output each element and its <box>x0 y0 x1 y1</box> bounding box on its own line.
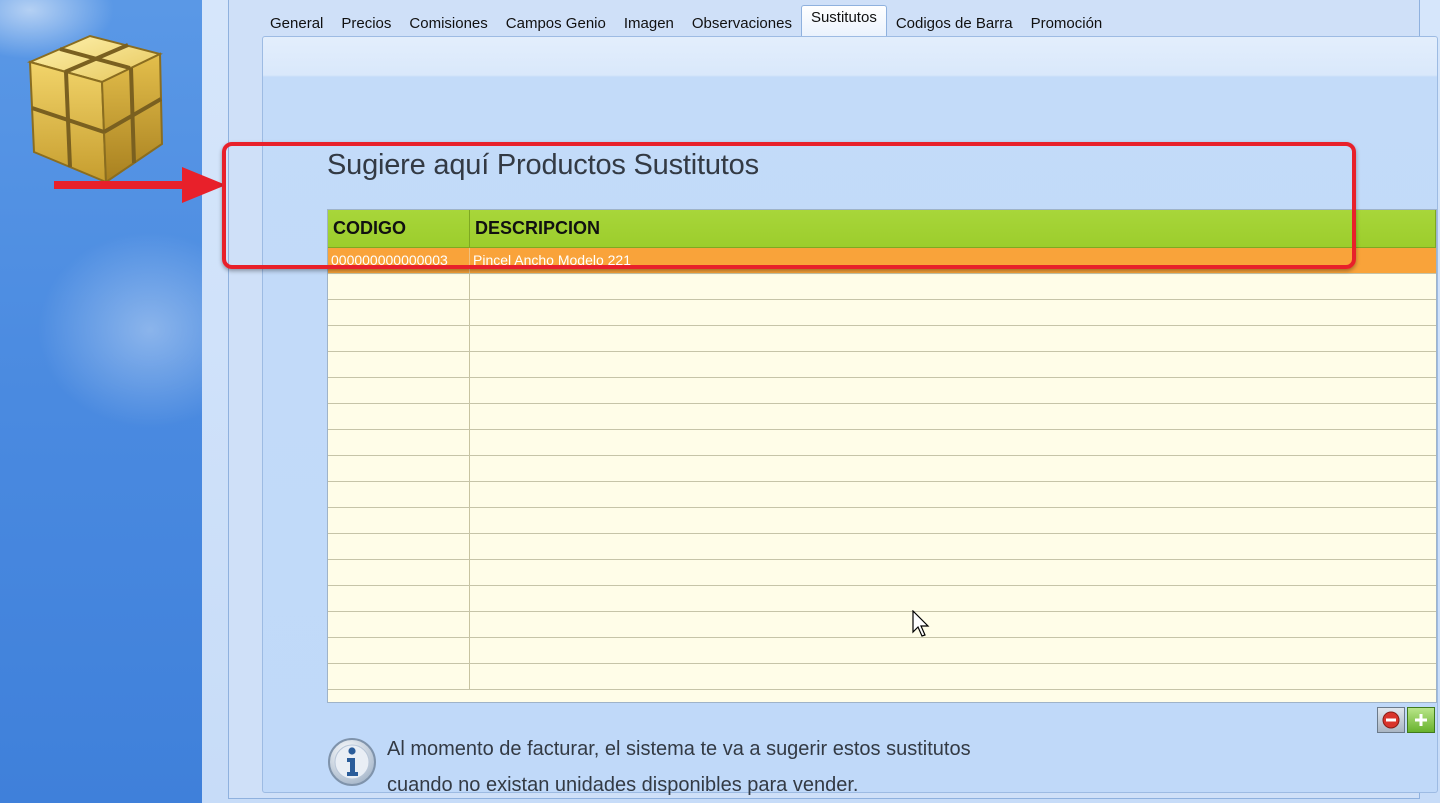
cell-descripcion[interactable] <box>470 534 1436 559</box>
product-window: General Precios Comisiones Campos Genio Imag… <box>202 0 1440 803</box>
cell-descripcion[interactable] <box>470 274 1436 299</box>
cell-codigo[interactable] <box>328 300 470 325</box>
cell-descripcion[interactable] <box>470 612 1436 637</box>
cell-codigo[interactable] <box>328 430 470 455</box>
substitutes-grid[interactable]: CODIGO DESCRIPCION 000000000000003 Pincel… <box>327 209 1437 703</box>
cell-descripcion[interactable] <box>470 638 1436 663</box>
tab-observaciones[interactable]: Observaciones <box>683 10 801 36</box>
table-row[interactable] <box>328 430 1436 456</box>
cell-codigo[interactable] <box>328 326 470 351</box>
tab-comisiones[interactable]: Comisiones <box>400 10 496 36</box>
table-row[interactable] <box>328 638 1436 664</box>
cell-codigo[interactable] <box>328 352 470 377</box>
plus-icon <box>1415 714 1427 726</box>
tab-precios[interactable]: Precios <box>332 10 400 36</box>
table-row[interactable] <box>328 664 1436 690</box>
panel-title: Sugiere aquí Productos Sustitutos <box>327 149 759 181</box>
cell-descripcion[interactable] <box>470 586 1436 611</box>
info-message-line2: cuando no existan unidades disponibles p… <box>387 774 859 796</box>
cell-descripcion[interactable] <box>470 664 1436 689</box>
grid-header: CODIGO DESCRIPCION <box>328 210 1436 248</box>
cell-descripcion[interactable] <box>470 482 1436 507</box>
cell-codigo[interactable]: 000000000000003 <box>328 248 470 273</box>
desktop-background <box>0 0 202 803</box>
info-message: Al momento de facturar, el sistema te va… <box>387 731 971 803</box>
column-header-codigo[interactable]: CODIGO <box>328 210 470 247</box>
add-row-button[interactable] <box>1407 707 1435 733</box>
table-row[interactable] <box>328 352 1436 378</box>
window-frame: General Precios Comisiones Campos Genio Imag… <box>228 0 1438 799</box>
cell-codigo[interactable] <box>328 612 470 637</box>
cell-descripcion[interactable] <box>470 326 1436 351</box>
cell-descripcion[interactable] <box>470 560 1436 585</box>
tab-promoci-n[interactable]: Promoción <box>1022 10 1112 36</box>
cell-descripcion[interactable] <box>470 378 1436 403</box>
tab-codigos-de-barra[interactable]: Codigos de Barra <box>887 10 1022 36</box>
table-row[interactable] <box>328 534 1436 560</box>
grid-row-actions <box>1377 707 1435 733</box>
table-row[interactable] <box>328 612 1436 638</box>
tab-strip: General Precios Comisiones Campos Genio Imag… <box>261 5 1112 36</box>
cell-descripcion[interactable] <box>470 352 1436 377</box>
cell-codigo[interactable] <box>328 508 470 533</box>
column-header-descripcion[interactable]: DESCRIPCION <box>470 210 1436 247</box>
table-row[interactable] <box>328 378 1436 404</box>
table-row[interactable] <box>328 300 1436 326</box>
cell-descripcion[interactable] <box>470 404 1436 429</box>
cell-codigo[interactable] <box>328 638 470 663</box>
cell-codigo[interactable] <box>328 560 470 585</box>
tab-panel-sustitutos: Sugiere aquí Productos Sustitutos CODIGO… <box>262 36 1438 796</box>
cell-codigo[interactable] <box>328 456 470 481</box>
table-row[interactable] <box>328 326 1436 352</box>
tab-general[interactable]: General <box>261 10 332 36</box>
table-row[interactable] <box>328 456 1436 482</box>
info-icon <box>328 738 376 786</box>
cell-codigo[interactable] <box>328 274 470 299</box>
table-row[interactable] <box>328 508 1436 534</box>
table-row[interactable] <box>328 586 1436 612</box>
grid-body: 000000000000003 Pincel Ancho Modelo 221 <box>328 248 1436 690</box>
tab-campos-genio[interactable]: Campos Genio <box>497 10 615 36</box>
yellow-cube-icon <box>27 34 164 184</box>
cell-codigo[interactable] <box>328 404 470 429</box>
cell-descripcion[interactable] <box>470 508 1436 533</box>
tab-imagen[interactable]: Imagen <box>615 10 683 36</box>
cell-descripcion[interactable]: Pincel Ancho Modelo 221 <box>470 248 1436 273</box>
table-row[interactable]: 000000000000003 Pincel Ancho Modelo 221 <box>328 248 1436 274</box>
table-row[interactable] <box>328 274 1436 300</box>
table-row[interactable] <box>328 404 1436 430</box>
remove-row-button[interactable] <box>1377 707 1405 733</box>
cell-descripcion[interactable] <box>470 456 1436 481</box>
cell-codigo[interactable] <box>328 664 470 689</box>
cell-descripcion[interactable] <box>470 300 1436 325</box>
cell-codigo[interactable] <box>328 534 470 559</box>
minus-icon <box>1382 711 1400 729</box>
tab-sustitutos[interactable]: Sustitutos <box>800 5 887 36</box>
cell-descripcion[interactable] <box>470 430 1436 455</box>
table-row[interactable] <box>328 482 1436 508</box>
info-message-line1: Al momento de facturar, el sistema te va… <box>387 738 971 760</box>
cell-codigo[interactable] <box>328 378 470 403</box>
table-row[interactable] <box>328 560 1436 586</box>
cell-codigo[interactable] <box>328 482 470 507</box>
cell-codigo[interactable] <box>328 586 470 611</box>
